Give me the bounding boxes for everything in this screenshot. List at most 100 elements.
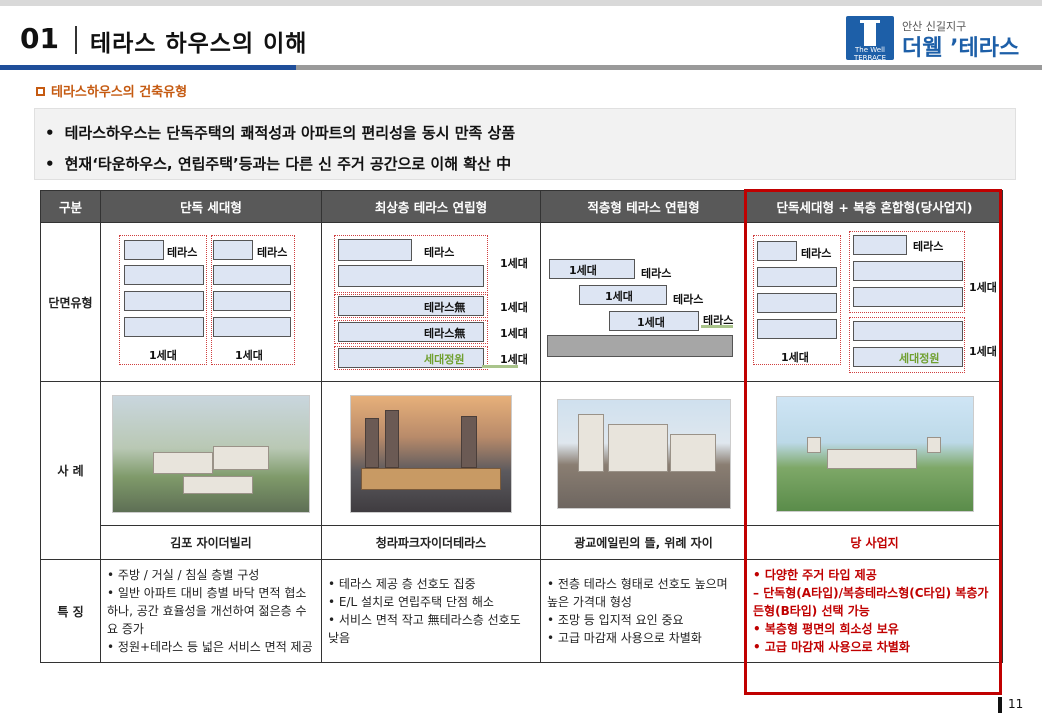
building-shape xyxy=(461,415,477,468)
row-label: 단면유형 xyxy=(40,222,101,382)
terrace-none-label: 테라스無 xyxy=(424,301,466,314)
building-shape xyxy=(361,467,501,490)
list-item: • 전층 테라스 형태로 선호도 높으며 높은 가격대 형성 xyxy=(547,577,728,609)
unit-label: 1세대 xyxy=(637,316,665,329)
floor-block xyxy=(338,265,484,287)
section-diagram: 1세대 테라스 1세대 테라스 1세대 테라스 xyxy=(541,223,746,381)
logo-badge-text: The Well TERRACE xyxy=(853,46,887,62)
building-type-table: 구분 단독 세대형 최상층 테라스 연립형 적층형 테라스 연립형 단독세대형 … xyxy=(40,190,1003,663)
feature-list: • 테라스 제공 층 선호도 집중 • E/L 설치로 연립주택 단점 해소 •… xyxy=(321,559,541,663)
photo-cell xyxy=(321,381,541,526)
terrace-label: 테라스 xyxy=(801,247,832,260)
header-cell: 적층형 테라스 연립형 xyxy=(540,190,747,223)
gwanggyo-photo xyxy=(556,398,731,509)
terrace-label: 테라스 xyxy=(424,246,455,259)
terrace-label: 테라스 xyxy=(641,267,672,280)
summary-item: • 테라스하우스는 단독주택의 쾌적성과 아파트의 편리성을 동시 만족 상품 xyxy=(45,124,516,142)
floor-block xyxy=(124,265,204,285)
unit-label: 1세대 xyxy=(500,257,528,270)
terrace-line xyxy=(701,325,733,328)
unit-label: 1세대 xyxy=(569,264,597,277)
floor-block xyxy=(853,261,963,281)
floor-block xyxy=(853,321,963,341)
page-number-label: 01 xyxy=(20,22,59,55)
unit-label: 1세대 xyxy=(149,349,177,362)
building-shape xyxy=(926,436,941,453)
list-item: • 테라스 제공 층 선호도 집중 xyxy=(328,577,476,591)
list-item: • 서비스 면적 작고 無테라스층 선호도 낮음 xyxy=(328,613,521,645)
section-diagram: 테라스 1세대 테라스 1세대 xyxy=(101,223,321,381)
site-photo xyxy=(775,395,974,512)
header: 01 테라스 하우스의 이해 The Well TERRACE 안산 신길지구 … xyxy=(0,6,1042,70)
summary-box: • 테라스하우스는 단독주택의 쾌적성과 아파트의 편리성을 동시 만족 상품 •… xyxy=(34,108,1016,180)
cheongna-photo xyxy=(350,394,512,513)
gimpo-photo xyxy=(112,394,310,513)
building-shape xyxy=(213,445,269,470)
floor-block xyxy=(213,291,291,311)
building-shape xyxy=(826,448,917,469)
list-item: • 고급 마감재 사용으로 차별화 xyxy=(547,631,702,645)
project-name-highlight: 당 사업지 xyxy=(746,525,1003,560)
diagram-cell-top-terrace: 테라스 1세대 테라스無 1세대 테라스無 1세대 세대정원 1세대 xyxy=(321,222,541,382)
section-heading: 테라스하우스의 건축유형 xyxy=(36,81,187,100)
list-item: • 복층형 평면의 희소성 보유 xyxy=(753,622,899,636)
title-separator xyxy=(75,26,77,54)
building-shape xyxy=(153,451,213,474)
floor-block xyxy=(757,267,837,287)
building-shape xyxy=(806,436,821,453)
floor-block xyxy=(124,291,204,311)
floor-block xyxy=(213,265,291,285)
summary-item: • 현재‘타운하우스, 연립주택’등과는 다른 신 주거 공간으로 이해 확산 中 xyxy=(45,155,512,173)
list-item: • 다양한 주거 타입 제공 xyxy=(753,568,877,582)
project-name: 청라파크자이더테라스 xyxy=(321,525,541,560)
header-cell: 최상층 테라스 연립형 xyxy=(321,190,541,223)
garden-label: 세대정원 xyxy=(899,352,940,365)
diagram-cell-single: 테라스 1세대 테라스 1세대 xyxy=(100,222,322,382)
floor-block xyxy=(124,240,164,260)
floor-block xyxy=(124,317,204,337)
building-shape xyxy=(385,409,399,468)
logo-title: 더웰 ’테라스 xyxy=(902,36,1020,61)
list-item: • 주방 / 거실 / 침실 층별 구성 xyxy=(107,568,260,582)
floor-block xyxy=(338,239,412,261)
floor-block xyxy=(757,319,837,339)
unit-label: 1세대 xyxy=(500,353,528,366)
diagram-cell-mixed: 테라스 1세대 테라스 1세대 세대정원 1세대 xyxy=(746,222,1003,382)
feature-list-highlight: • 다양한 주거 타입 제공 – 단독형(A타입)/복층테라스형(C타입) 복층… xyxy=(746,559,1003,663)
brand-logo-icon: The Well TERRACE xyxy=(846,16,894,62)
table-row-section: 단면유형 테라스 1세대 테라스 1세대 테라스 1세대 테라스無 1세대 테라… xyxy=(40,222,1003,382)
terrace-label: 테라스 xyxy=(167,246,198,259)
floor-block xyxy=(853,235,907,255)
header-underline-accent xyxy=(0,65,296,70)
unit-label: 1세대 xyxy=(605,290,633,303)
table-row-features: 특 징 • 주방 / 거실 / 침실 층별 구성 • 일반 아파트 대비 층별 … xyxy=(40,559,1003,663)
terrace-label: 테라스 xyxy=(913,240,944,253)
terrace-none-label: 테라스無 xyxy=(424,327,466,340)
photo-cell xyxy=(746,381,1003,526)
list-item: • 조망 등 입지적 요인 중요 xyxy=(547,613,684,627)
feature-list: • 전층 테라스 형태로 선호도 높으며 높은 가격대 형성 • 조망 등 입지… xyxy=(540,559,747,663)
unit-label: 1세대 xyxy=(969,281,997,294)
unit-label: 1세대 xyxy=(969,345,997,358)
table-row-photos: 사 례 xyxy=(40,381,1003,560)
unit-label: 1세대 xyxy=(500,327,528,340)
logo-column xyxy=(864,22,876,46)
list-item: – 단독형(A타입)/복층테라스형(C타입) 복층가든형(B타입) 선택 가능 xyxy=(753,586,989,618)
list-item: • 고급 마감재 사용으로 차별화 xyxy=(753,640,910,654)
square-icon xyxy=(36,87,45,96)
project-name: 광교에일린의 뜰, 위례 자이 xyxy=(540,525,747,560)
unit-label: 1세대 xyxy=(781,351,809,364)
header-cell: 단독 세대형 xyxy=(100,190,322,223)
list-item: • E/L 설치로 연립주택 단점 해소 xyxy=(328,595,494,609)
page-title: 테라스 하우스의 이해 xyxy=(90,31,308,57)
terrace-label: 테라스 xyxy=(673,293,704,306)
diagram-cell-stacked: 1세대 테라스 1세대 테라스 1세대 테라스 xyxy=(540,222,747,382)
floor-block xyxy=(213,240,253,260)
photo-cell xyxy=(100,381,322,526)
page-marker xyxy=(998,697,1002,713)
section-heading-label: 테라스하우스의 건축유형 xyxy=(51,85,188,100)
feature-list: • 주방 / 거실 / 침실 층별 구성 • 일반 아파트 대비 층별 바닥 면… xyxy=(100,559,322,663)
garden-label: 세대정원 xyxy=(424,353,465,366)
table-header-row: 구분 단독 세대형 최상층 테라스 연립형 적층형 테라스 연립형 단독세대형 … xyxy=(40,190,1003,223)
building-shape xyxy=(669,433,716,472)
